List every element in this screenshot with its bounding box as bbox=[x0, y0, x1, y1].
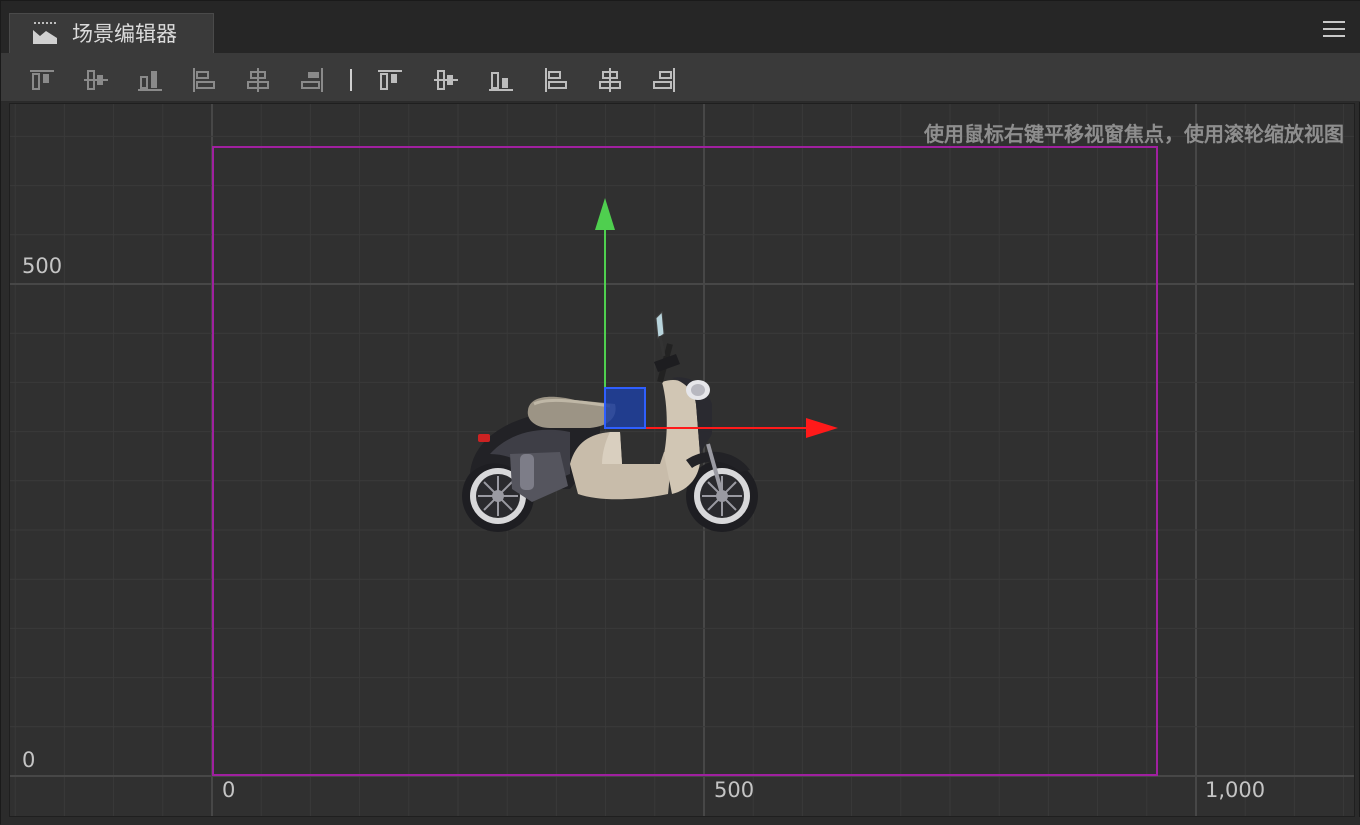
alignment-toolbar bbox=[1, 53, 1360, 102]
distribute-vertical-center-icon[interactable] bbox=[433, 67, 459, 93]
distribute-right-icon[interactable] bbox=[651, 67, 677, 93]
panel-tab-bar: 场景编辑器 bbox=[1, 1, 1360, 53]
gizmo-y-arrow-icon[interactable] bbox=[595, 198, 615, 230]
viewport-hint: 使用鼠标右键平移视窗焦点，使用滚轮缩放视图 bbox=[924, 122, 1344, 146]
transform-gizmo[interactable] bbox=[590, 192, 850, 442]
gizmo-x-arrow-icon[interactable] bbox=[806, 418, 838, 438]
gizmo-center-handle[interactable] bbox=[604, 387, 646, 429]
tab-title: 场景编辑器 bbox=[72, 22, 177, 46]
distribute-left-icon[interactable] bbox=[543, 67, 569, 93]
x-axis-label-1000: 1,000 bbox=[1205, 778, 1266, 802]
distribute-bottom-icon[interactable] bbox=[488, 67, 514, 93]
y-axis-label-0: 0 bbox=[22, 748, 36, 772]
tab-scene-editor[interactable]: 场景编辑器 bbox=[9, 13, 214, 53]
distribute-top-icon[interactable] bbox=[377, 67, 403, 93]
hamburger-menu-icon[interactable] bbox=[1323, 21, 1345, 39]
align-right-icon[interactable] bbox=[299, 67, 325, 93]
align-top-icon[interactable] bbox=[29, 67, 55, 93]
scene-icon bbox=[33, 22, 57, 44]
align-left-icon[interactable] bbox=[191, 67, 217, 93]
toolbar-separator bbox=[350, 69, 352, 91]
x-axis-label-500: 500 bbox=[714, 778, 755, 802]
align-bottom-icon[interactable] bbox=[137, 67, 163, 93]
x-axis-label-0: 0 bbox=[222, 778, 236, 802]
distribute-horizontal-center-icon[interactable] bbox=[597, 67, 623, 93]
scene-editor-window: 场景编辑器 使用鼠标右键平移视窗焦点，使用滚轮缩放视图 500 0 0 500 … bbox=[0, 0, 1360, 825]
scene-viewport[interactable]: 使用鼠标右键平移视窗焦点，使用滚轮缩放视图 500 0 0 500 1,000 bbox=[9, 103, 1355, 817]
align-vertical-center-icon[interactable] bbox=[83, 67, 109, 93]
align-horizontal-center-icon[interactable] bbox=[245, 67, 271, 93]
y-axis-label-500: 500 bbox=[22, 254, 63, 278]
